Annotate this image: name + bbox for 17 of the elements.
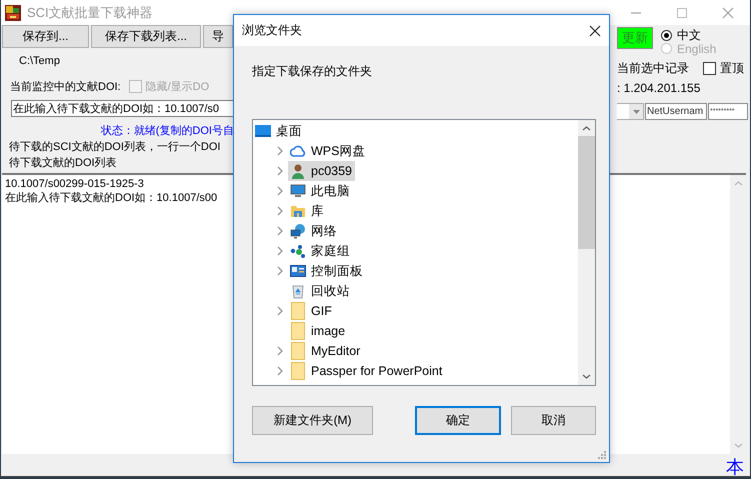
list-label: 待下载文献的DOI列表	[9, 156, 118, 171]
save-path: C:\Temp	[19, 55, 61, 69]
radio-label: 中文	[677, 27, 701, 44]
radio-label: English	[677, 42, 716, 56]
monitor-label: 当前监控中的文献DOI:	[10, 80, 121, 94]
dialog-title: 浏览文件夹	[242, 22, 302, 39]
ip-address: : 1.204.201.155	[617, 81, 702, 97]
checkbox-label: 置顶	[720, 60, 744, 76]
text-line: 10.1007/s00299-015-1925-3	[5, 177, 144, 191]
dialog-prompt: 指定下载保存的文件夹	[252, 63, 373, 79]
list-hint: 待下载的SCI文献的DOI列表，一行一个DOI	[9, 140, 222, 155]
corner-text: 本	[726, 458, 744, 476]
text-line: 在此输入待下载文献的DOI如：10.1007/s00	[5, 191, 218, 205]
checkbox-label: 隐藏/显示DO	[146, 80, 210, 94]
current-record-label: 当前选中记录	[617, 60, 689, 76]
window-title: SCI文献批量下载神器	[27, 4, 153, 22]
status-text: 状态：就绪(复制的DOI号自	[100, 124, 234, 139]
